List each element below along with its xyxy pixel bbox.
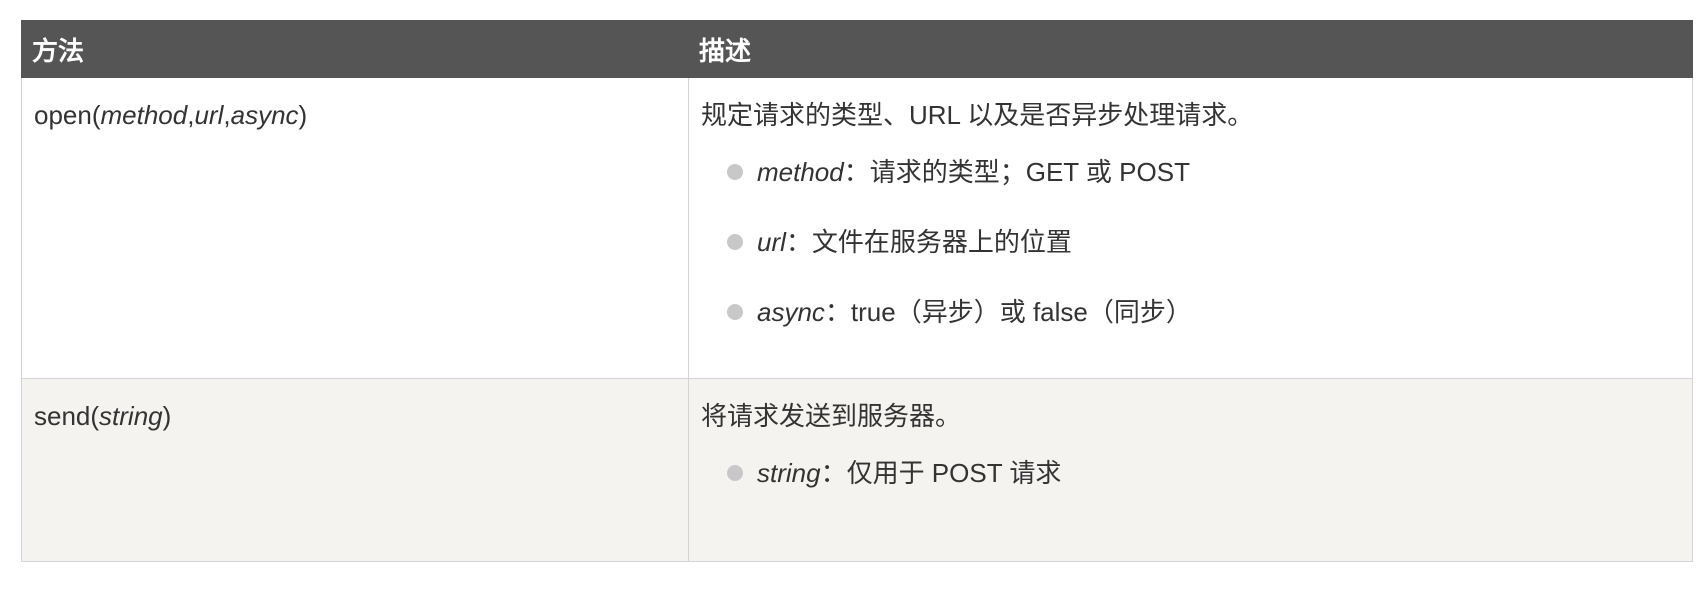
param-text: ：请求的类型；GET 或 POST [843, 157, 1190, 187]
method-arg: method [100, 100, 188, 130]
param-text: ：文件在服务器上的位置 [785, 227, 1072, 257]
method-name: send( [34, 401, 100, 431]
method-arg: url [194, 100, 224, 130]
reference-table-container: 方法 描述 open(method,url,async) 规定请求的类型、URL… [21, 20, 1693, 562]
description-text: 规定请求的类型、URL 以及是否异步处理请求。 [701, 100, 1254, 130]
method-cell: send(string) [21, 378, 689, 562]
table-row: open(method,url,async) 规定请求的类型、URL 以及是否异… [21, 77, 1693, 379]
param-list: string：仅用于 POST 请求 [701, 453, 1680, 493]
bullet-icon [727, 304, 743, 320]
header-method: 方法 [21, 20, 689, 78]
header-row: 方法 描述 [21, 20, 1693, 78]
table-row: send(string) 将请求发送到服务器。 string：仅用于 POST … [21, 378, 1693, 562]
list-item: async：true（异步）或 false（同步） [727, 292, 1680, 332]
param-text: ：仅用于 POST 请求 [820, 458, 1062, 488]
description-cell: 将请求发送到服务器。 string：仅用于 POST 请求 [688, 378, 1693, 562]
header-description: 描述 [688, 20, 1693, 78]
list-item: url：文件在服务器上的位置 [727, 222, 1680, 262]
method-cell: open(method,url,async) [21, 77, 689, 379]
param-name: string [757, 458, 821, 488]
xhr-methods-table: 方法 描述 open(method,url,async) 规定请求的类型、URL… [21, 20, 1693, 562]
method-arg: async [230, 100, 299, 130]
param-text: ：true（异步）或 false（同步） [824, 297, 1192, 327]
list-item: string：仅用于 POST 请求 [727, 453, 1680, 493]
param-name: async [757, 297, 825, 327]
arg-separator: , [223, 100, 231, 130]
bullet-icon [727, 164, 743, 180]
param-list: method：请求的类型；GET 或 POST url：文件在服务器上的位置 a… [701, 152, 1680, 332]
method-close-paren: ) [298, 100, 308, 130]
method-arg: string [99, 401, 163, 431]
description-cell: 规定请求的类型、URL 以及是否异步处理请求。 method：请求的类型；GET… [688, 77, 1693, 379]
param-name: method [757, 157, 844, 187]
list-item: method：请求的类型；GET 或 POST [727, 152, 1680, 192]
method-close-paren: ) [162, 401, 172, 431]
table-body: open(method,url,async) 规定请求的类型、URL 以及是否异… [21, 77, 1693, 562]
method-signature: open(method,url,async) [34, 100, 307, 130]
method-signature: send(string) [34, 401, 171, 431]
bullet-icon [727, 465, 743, 481]
bullet-icon [727, 234, 743, 250]
param-name: url [757, 227, 786, 257]
method-name: open( [34, 100, 101, 130]
table-header: 方法 描述 [21, 20, 1693, 78]
description-text: 将请求发送到服务器。 [701, 401, 962, 431]
